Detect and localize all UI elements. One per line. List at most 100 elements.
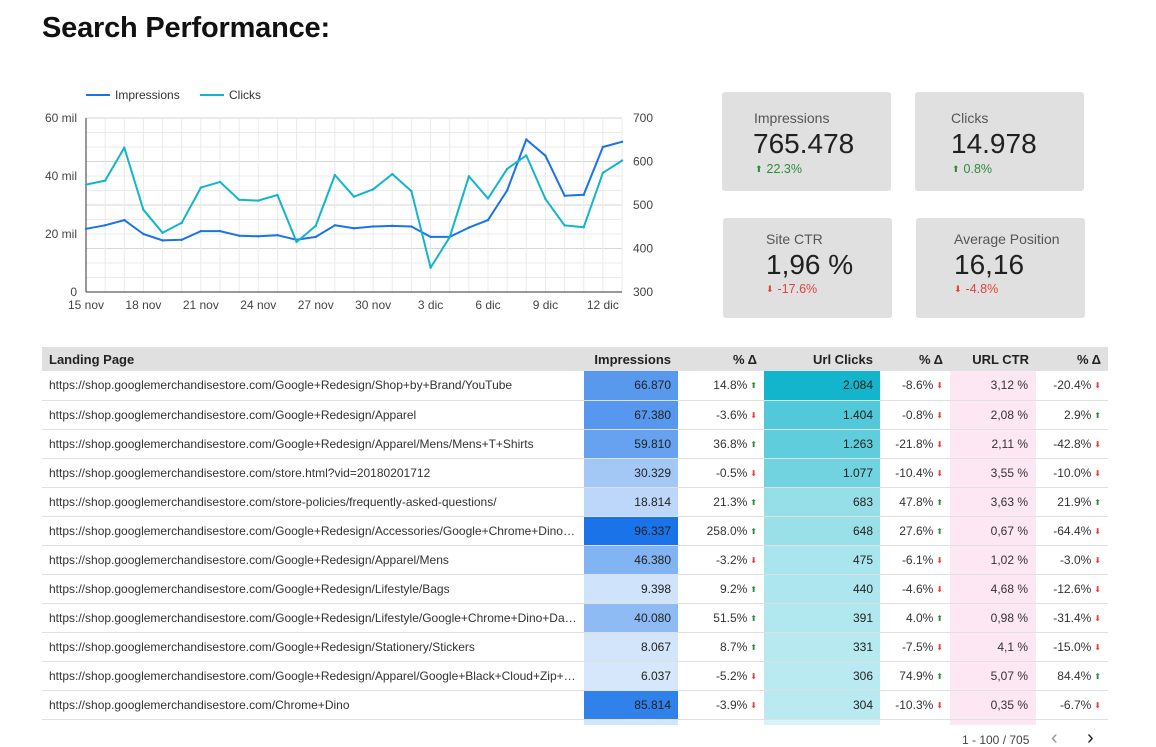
arrow-up-icon: ⬆ [750, 381, 757, 391]
data-point-impressions [276, 233, 279, 237]
clicks-delta-cell: -10.3% ⬇ [880, 690, 950, 720]
impressions-cell: 40.080 [584, 603, 678, 633]
table-row[interactable]: https://shop.googlemerchandisestore.com/… [42, 603, 1108, 633]
data-point-clicks [544, 197, 547, 201]
column-header-impressions[interactable]: Impressions [584, 347, 678, 371]
x-tick-label: 12 dic [587, 298, 619, 312]
clicks-delta-cell: -10.4% ⬇ [880, 458, 950, 488]
scorecard-clicks: Clicks 14.978 ⬆ 0.8% [915, 92, 1084, 191]
data-point-impressions [544, 154, 547, 157]
landing-page-url[interactable]: https://shop.googlemerchandisestore.com/… [42, 603, 584, 633]
column-header-ctr-delta[interactable]: % Δ [1036, 347, 1108, 371]
landing-page-table: Landing Page Impressions % Δ Url Clicks … [42, 347, 1108, 725]
x-tick-label: 15 nov [68, 298, 104, 312]
table-row[interactable]: https://shop.googlemerchandisestore.com/… [42, 574, 1108, 604]
arrow-down-icon: ⬇ [936, 584, 943, 594]
landing-page-url[interactable]: https://shop.googlemerchandisestore.com/… [42, 632, 584, 662]
table-row[interactable]: https://shop.googlemerchandisestore.com/… [42, 545, 1108, 575]
page-title: Search Performance: [42, 12, 330, 44]
scorecard-label: Clicks [951, 110, 989, 126]
x-tick-label: 30 nov [355, 298, 391, 312]
table-row[interactable]: https://shop.googlemerchandisestore.com/… [42, 458, 1108, 488]
url-clicks-cell: 306 [764, 661, 880, 691]
arrow-down-icon: ⬇ [1094, 555, 1101, 565]
url-ctr-cell: 3,55 % [950, 458, 1036, 488]
arrow-up-icon: ⬆ [750, 439, 757, 449]
clicks-delta-cell: -4.6% ⬇ [880, 574, 950, 604]
data-point-clicks [582, 225, 585, 229]
table-cell [678, 719, 764, 725]
legend-label-clicks: Clicks [229, 88, 261, 102]
table-cell [42, 719, 584, 725]
scorecard-delta: ⬇ -4.8% [954, 282, 999, 296]
landing-page-url[interactable]: https://shop.googlemerchandisestore.com/… [42, 516, 584, 546]
next-page-button[interactable]: › [1087, 727, 1094, 747]
ctr-delta-cell: -64.4% ⬇ [1036, 516, 1108, 546]
y-right-tick-label: 400 [633, 242, 653, 256]
data-point-impressions [257, 235, 260, 238]
data-point-clicks [123, 146, 126, 149]
data-point-impressions [199, 229, 203, 233]
table-row[interactable]: https://shop.googlemerchandisestore.com/… [42, 516, 1108, 546]
landing-page-url[interactable]: https://shop.googlemerchandisestore.com/… [42, 429, 584, 459]
landing-page-url[interactable]: https://shop.googlemerchandisestore.com/… [42, 574, 584, 604]
arrow-down-icon: ⬇ [1094, 700, 1101, 710]
arrow-down-icon: ⬇ [750, 700, 757, 710]
data-point-impressions [123, 218, 126, 222]
impressions-cell: 6.037 [584, 661, 678, 691]
table-row[interactable]: https://shop.googlemerchandisestore.com/… [42, 400, 1108, 430]
data-point-impressions [218, 229, 222, 233]
landing-page-url[interactable]: https://shop.googlemerchandisestore.com/… [42, 690, 584, 720]
landing-page-url[interactable]: https://shop.googlemerchandisestore.com/… [42, 458, 584, 488]
url-clicks-cell: 331 [764, 632, 880, 662]
scorecard-label: Impressions [754, 110, 830, 126]
landing-page-url[interactable]: https://shop.googlemerchandisestore.com/… [42, 400, 584, 430]
arrow-down-icon: ⬇ [936, 642, 943, 652]
arrow-down-icon: ⬇ [936, 381, 943, 391]
table-row[interactable]: https://shop.googlemerchandisestore.com/… [42, 487, 1108, 517]
data-point-impressions [84, 227, 88, 230]
table-row[interactable]: https://shop.googlemerchandisestore.com/… [42, 661, 1108, 691]
column-header-url-clicks[interactable]: Url Clicks [764, 347, 880, 371]
url-clicks-cell: 1.263 [764, 429, 880, 459]
column-header-url-ctr[interactable]: URL CTR [950, 347, 1036, 371]
data-point-clicks [314, 224, 317, 228]
ctr-delta-cell: -42.8% ⬇ [1036, 429, 1108, 459]
url-clicks-cell: 304 [764, 690, 880, 720]
landing-page-url[interactable]: https://shop.googlemerchandisestore.com/… [42, 487, 584, 517]
ctr-delta-cell: 84.4% ⬆ [1036, 661, 1108, 691]
arrow-down-icon: ⬇ [750, 468, 757, 478]
table-row[interactable]: https://shop.googlemerchandisestore.com/… [42, 632, 1108, 662]
x-tick-label: 3 dic [418, 298, 443, 312]
url-ctr-cell: 5,07 % [950, 661, 1036, 691]
arrow-up-icon: ⬆ [952, 164, 960, 174]
table-row[interactable]: https://shop.googlemerchandisestore.com/… [42, 690, 1108, 720]
column-header-impressions-delta[interactable]: % Δ [678, 347, 764, 371]
table-row[interactable]: https://shop.googlemerchandisestore.com/… [42, 371, 1108, 401]
arrow-down-icon: ⬇ [750, 671, 757, 681]
data-point-clicks [563, 224, 566, 227]
data-point-clicks [199, 186, 203, 189]
landing-page-url[interactable]: https://shop.googlemerchandisestore.com/… [42, 371, 584, 401]
column-header-clicks-delta[interactable]: % Δ [880, 347, 950, 371]
data-point-clicks [276, 193, 279, 197]
data-point-clicks [237, 198, 241, 201]
arrow-down-icon: ⬇ [1094, 526, 1101, 536]
url-ctr-cell: 2,08 % [950, 400, 1036, 430]
data-point-impressions [505, 189, 509, 192]
clicks-delta-cell: -8.6% ⬇ [880, 371, 950, 401]
data-point-clicks [84, 183, 88, 186]
landing-page-url[interactable]: https://shop.googlemerchandisestore.com/… [42, 545, 584, 575]
column-header-landing-page[interactable]: Landing Page [42, 347, 584, 371]
previous-page-button[interactable]: ‹ [1051, 727, 1058, 747]
data-point-impressions [582, 193, 585, 197]
impressions-delta-cell: 21.3% ⬆ [678, 487, 764, 517]
landing-page-url[interactable]: https://shop.googlemerchandisestore.com/… [42, 661, 584, 691]
impressions-delta-cell: 14.8% ⬆ [678, 371, 764, 401]
table-row[interactable]: https://shop.googlemerchandisestore.com/… [42, 429, 1108, 459]
scorecard-impressions: Impressions 765.478 ⬆ 22.3% [722, 92, 891, 191]
impressions-cell: 30.329 [584, 458, 678, 488]
impressions-cell: 59.810 [584, 429, 678, 459]
table-cell [950, 719, 1036, 725]
data-point-clicks [352, 195, 356, 198]
